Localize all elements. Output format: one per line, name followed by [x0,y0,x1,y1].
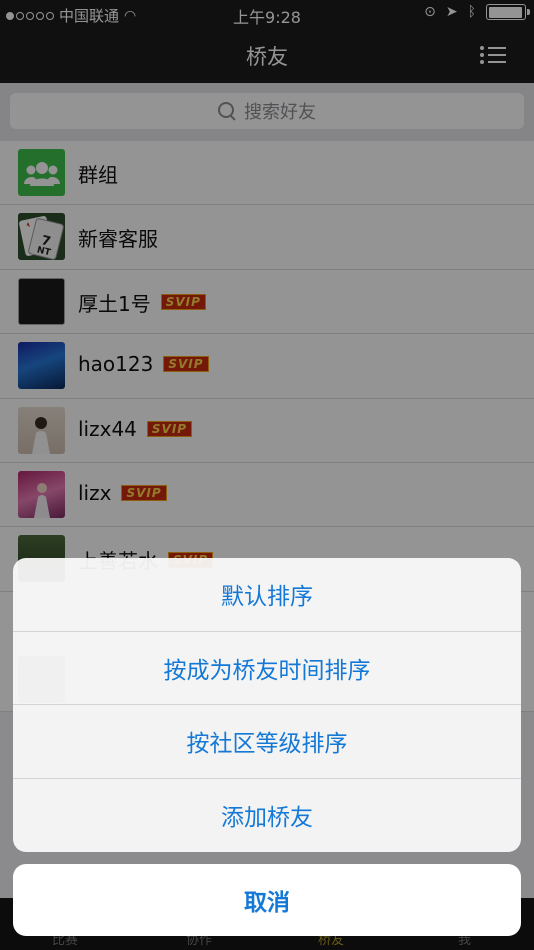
sort-default-button[interactable]: 默认排序 [13,558,521,632]
add-friend-button[interactable]: 添加桥友 [13,779,521,853]
action-sheet: 默认排序 按成为桥友时间排序 按社区等级排序 添加桥友 [13,558,521,852]
sort-by-friend-time-button[interactable]: 按成为桥友时间排序 [13,632,521,705]
sort-by-level-button[interactable]: 按社区等级排序 [13,705,521,779]
cancel-button[interactable]: 取消 [13,864,521,936]
